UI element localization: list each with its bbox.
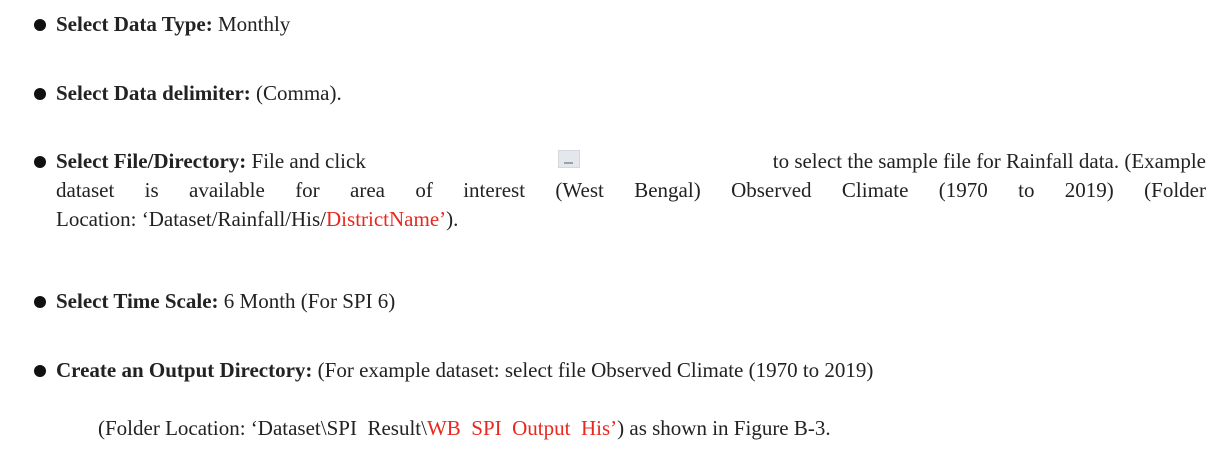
item-text: Location: ‘Dataset/Rainfall/His/ <box>56 207 327 231</box>
item-label: Select File/Directory: <box>56 149 247 173</box>
bullet <box>34 365 46 377</box>
bullet <box>34 19 46 31</box>
list-item-text: Select Data delimiter: (Comma). <box>56 79 1206 108</box>
text-line-1: Select File/Directory: File and click to… <box>56 147 1206 176</box>
district-name-link: DistrictName’ <box>326 207 447 231</box>
item-text: (For example dataset: select file Observ… <box>312 358 874 382</box>
bullet <box>34 156 46 168</box>
item-value: 6 Month (For SPI 6) <box>218 289 396 313</box>
text-line-2: dataset is available for area of interes… <box>56 176 1206 205</box>
item-text: File and click <box>246 149 366 173</box>
item-value: (Comma). <box>250 81 342 105</box>
file-browse-icon[interactable] <box>558 150 581 168</box>
item-label: Select Data Type: <box>56 12 213 36</box>
item-label: Create an Output Directory: <box>56 358 313 382</box>
item-text: ). <box>446 207 459 231</box>
bullet <box>34 296 46 308</box>
item-label: Select Time Scale: <box>56 289 219 313</box>
text-line-3: Location: ‘Dataset/Rainfall/His/District… <box>56 205 1206 234</box>
text-line-2: (Folder Location: ‘Dataset\SPI Result\WB… <box>56 385 1206 472</box>
item-text: to select the sample file for Rainfall d… <box>772 149 1206 173</box>
item-text: dataset is available for area of interes… <box>56 178 1206 202</box>
list-item-text: Select File/Directory: File and click to… <box>56 147 1206 234</box>
list-item-text: Create an Output Directory: (For example… <box>56 356 1206 472</box>
item-text: (Folder Location: ‘Dataset\SPI Result\ <box>98 416 427 440</box>
list-item-text: Select Time Scale: 6 Month (For SPI 6) <box>56 287 1206 316</box>
list-item-text: Select Data Type: Monthly <box>56 10 1206 39</box>
output-folder-name: WB SPI Output His’ <box>426 416 618 440</box>
item-text: ) as shown in Figure B-3. <box>617 416 831 440</box>
item-value: Monthly <box>212 12 291 36</box>
bullet <box>34 88 46 100</box>
item-label: Select Data delimiter: <box>56 81 251 105</box>
text-line-1: Create an Output Directory: (For example… <box>56 356 1206 385</box>
